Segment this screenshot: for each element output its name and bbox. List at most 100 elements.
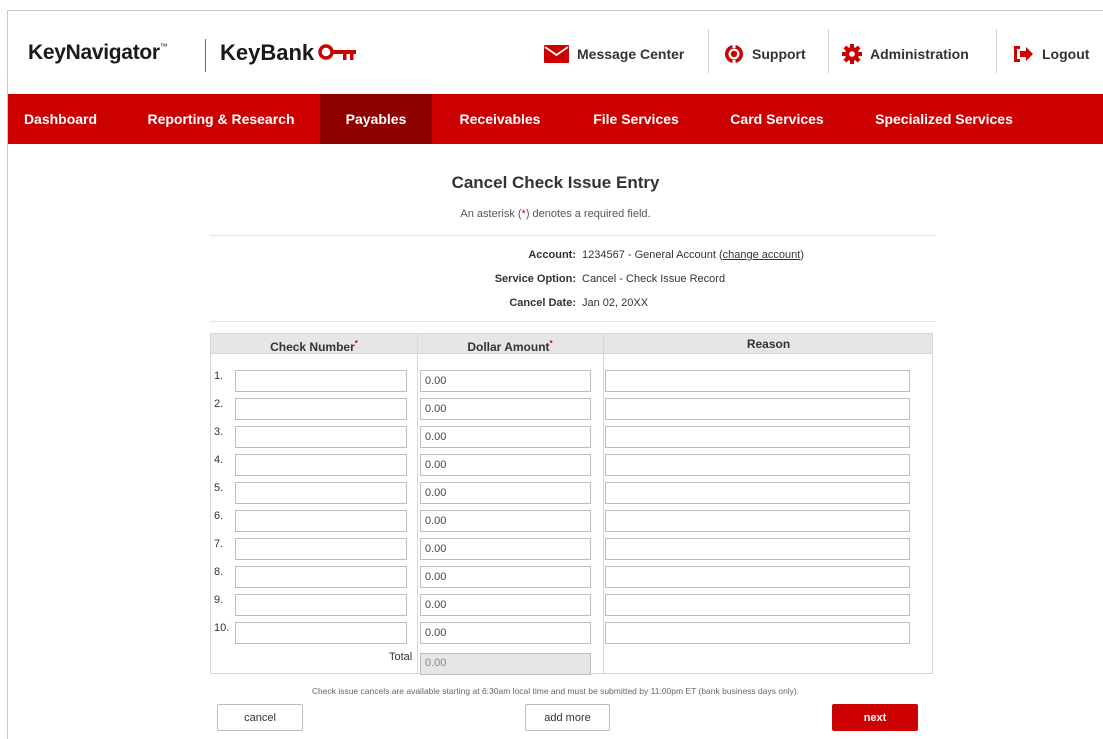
table-row: 8. xyxy=(211,563,932,591)
logout-label: Logout xyxy=(1042,46,1090,62)
logo-divider xyxy=(205,39,206,72)
next-button[interactable]: next xyxy=(832,704,918,731)
nav-receivables[interactable]: Receivables xyxy=(444,94,556,144)
reason-input[interactable] xyxy=(605,538,910,560)
check-number-input[interactable] xyxy=(235,594,407,616)
check-number-input[interactable] xyxy=(235,482,407,504)
footnote: Check issue cancels are available starti… xyxy=(311,686,800,696)
dollar-amount-input[interactable] xyxy=(420,538,591,560)
service-option-label: Service Option: xyxy=(494,273,576,285)
page-title: Cancel Check Issue Entry xyxy=(451,173,660,192)
account-text: 1234567 - General Account ( xyxy=(582,249,723,261)
main-nav: Dashboard Reporting & Research Payables … xyxy=(8,94,1103,144)
row-number: 10. xyxy=(214,622,230,634)
reason-input[interactable] xyxy=(605,482,910,504)
check-number-input[interactable] xyxy=(235,426,407,448)
required-star: * xyxy=(354,339,358,348)
row-number: 8. xyxy=(214,566,224,578)
row-number: 2. xyxy=(214,398,224,410)
reason-input[interactable] xyxy=(605,426,910,448)
row-number: 9. xyxy=(214,594,224,606)
logout-icon xyxy=(1014,46,1033,62)
row-number: 3. xyxy=(214,426,224,438)
dollar-amount-input[interactable] xyxy=(420,426,591,448)
lifebuoy-icon xyxy=(725,45,743,63)
row-number: 4. xyxy=(214,454,224,466)
reason-input[interactable] xyxy=(605,594,910,616)
utility-separator xyxy=(996,29,997,73)
nav-dashboard[interactable]: Dashboard xyxy=(8,94,113,144)
row-number: 1. xyxy=(214,370,224,382)
check-number-input[interactable] xyxy=(235,622,407,644)
reason-input[interactable] xyxy=(605,510,910,532)
required-note-prefix: An asterisk ( xyxy=(460,208,522,220)
dollar-amount-input[interactable] xyxy=(420,370,591,392)
header: KeyNavigator™ KeyBank Message Center Sup… xyxy=(8,11,1103,94)
check-number-input[interactable] xyxy=(235,538,407,560)
administration-link[interactable]: Administration xyxy=(842,41,969,67)
nav-specialized-services[interactable]: Specialized Services xyxy=(864,94,1024,144)
key-icon xyxy=(318,44,357,60)
administration-label: Administration xyxy=(870,46,969,62)
trademark-mark: ™ xyxy=(159,42,168,51)
check-number-input[interactable] xyxy=(235,510,407,532)
column-dollar-amount-label: Dollar Amount xyxy=(467,340,550,354)
reason-input[interactable] xyxy=(605,622,910,644)
required-star: * xyxy=(549,339,553,348)
nav-card-services[interactable]: Card Services xyxy=(712,94,842,144)
divider xyxy=(210,235,936,236)
row-number: 7. xyxy=(214,538,224,550)
check-number-input[interactable] xyxy=(235,398,407,420)
reason-input[interactable] xyxy=(605,566,910,588)
row-number: 6. xyxy=(214,510,224,522)
account-label: Account: xyxy=(528,249,576,261)
keynavigator-logo[interactable]: KeyNavigator™ xyxy=(28,41,168,65)
reason-input[interactable] xyxy=(605,398,910,420)
reason-input[interactable] xyxy=(605,370,910,392)
dollar-amount-input[interactable] xyxy=(420,454,591,476)
nav-payables[interactable]: Payables xyxy=(320,94,432,144)
nav-file-services[interactable]: File Services xyxy=(576,94,696,144)
message-center-label: Message Center xyxy=(577,46,685,62)
table-row: 2. xyxy=(211,395,932,423)
total-label: Total xyxy=(389,651,413,663)
account-value: 1234567 - General Account (change accoun… xyxy=(582,249,804,261)
support-label: Support xyxy=(752,46,806,62)
divider xyxy=(210,321,936,322)
account-close: ) xyxy=(800,249,804,261)
change-account-link[interactable]: change account xyxy=(723,249,801,261)
nav-reporting-research[interactable]: Reporting & Research xyxy=(132,94,310,144)
reason-input[interactable] xyxy=(605,454,910,476)
total-row: Total 0.00 xyxy=(211,648,932,676)
table-row: 4. xyxy=(211,451,932,479)
table-row: 10. xyxy=(211,619,932,647)
app-frame: KeyNavigator™ KeyBank Message Center Sup… xyxy=(7,10,1103,739)
support-link[interactable]: Support xyxy=(724,41,806,67)
dollar-amount-input[interactable] xyxy=(420,482,591,504)
table-row: 7. xyxy=(211,535,932,563)
dollar-amount-input[interactable] xyxy=(420,622,591,644)
dollar-amount-input[interactable] xyxy=(420,566,591,588)
check-number-input[interactable] xyxy=(235,454,407,476)
message-center-link[interactable]: Message Center xyxy=(544,41,684,67)
dollar-amount-input[interactable] xyxy=(420,594,591,616)
gear-icon xyxy=(842,44,862,64)
check-number-input[interactable] xyxy=(235,566,407,588)
column-reason: Reason xyxy=(746,337,791,351)
table-row: 1. xyxy=(211,367,932,395)
add-more-button[interactable]: add more xyxy=(525,704,610,731)
cancel-date-label: Cancel Date: xyxy=(509,297,576,309)
cancel-date-value: Jan 02, 20XX xyxy=(582,297,649,309)
row-number: 5. xyxy=(214,482,224,494)
utility-separator xyxy=(828,29,829,73)
dollar-amount-input[interactable] xyxy=(420,510,591,532)
keybank-logo[interactable]: KeyBank xyxy=(220,40,358,66)
check-number-input[interactable] xyxy=(235,370,407,392)
bank-name: KeyBank xyxy=(220,40,315,65)
total-amount: 0.00 xyxy=(420,653,591,675)
logout-link[interactable]: Logout xyxy=(1012,41,1089,67)
table-row: 3. xyxy=(211,423,932,451)
cancel-button[interactable]: cancel xyxy=(217,704,303,731)
dollar-amount-input[interactable] xyxy=(420,398,591,420)
service-option-value: Cancel - Check Issue Record xyxy=(582,273,726,285)
